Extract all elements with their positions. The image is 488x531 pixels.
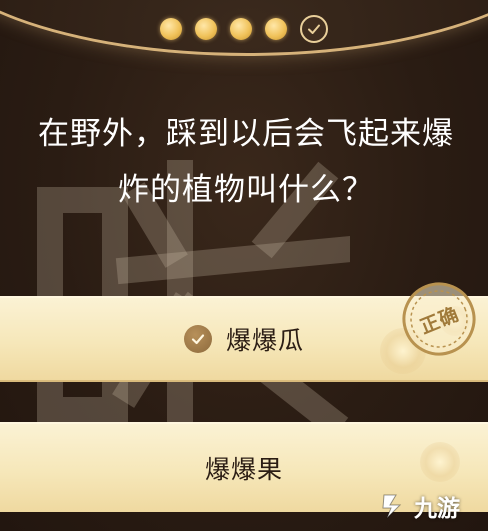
progress-dot xyxy=(195,18,217,40)
progress-check-icon xyxy=(300,15,328,43)
question-line: 炸的植物叫什么？ xyxy=(118,172,374,208)
quiz-screen: 在野外，踩到以后会飞起来爆 炸的植物叫什么？ 爆爆瓜 正确 爆爆果 九游 xyxy=(0,0,488,531)
option-label: 爆爆果 xyxy=(204,455,283,484)
option-label: 爆爆瓜 xyxy=(225,326,304,355)
correct-check-icon xyxy=(183,325,212,353)
logo-text: 九游 xyxy=(414,496,460,522)
progress-dot xyxy=(230,18,252,40)
question-progress xyxy=(160,12,340,46)
jiuyou-logo-icon xyxy=(382,494,402,519)
progress-dot xyxy=(265,18,287,40)
progress-dot xyxy=(160,18,182,40)
site-watermark-logo: 九游 xyxy=(378,486,482,526)
question-text: 在野外，踩到以后会飞起来爆 炸的植物叫什么？ xyxy=(8,106,484,218)
question-line: 在野外，踩到以后会飞起来爆 xyxy=(38,116,454,152)
